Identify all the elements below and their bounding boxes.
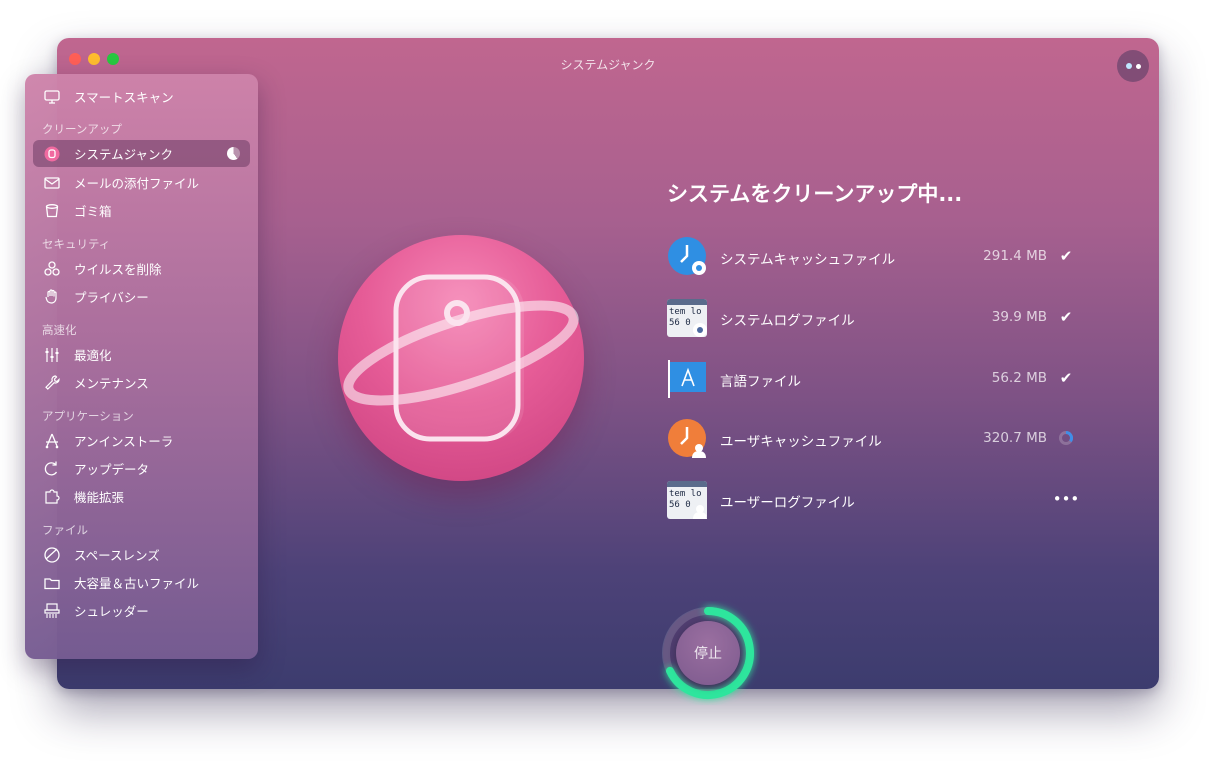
space-lens-icon bbox=[42, 546, 62, 564]
system-junk-icon bbox=[42, 145, 62, 163]
user-cache-icon bbox=[667, 418, 709, 460]
sidebar-item-label: ウイルスを削除 bbox=[74, 262, 162, 277]
sidebar-item-optimization[interactable]: 最適化 bbox=[33, 341, 250, 368]
system-junk-hero-icon bbox=[338, 235, 584, 481]
section-header-speed: 高速化 bbox=[42, 323, 77, 337]
sidebar-item-label: シュレッダー bbox=[74, 604, 149, 619]
file-size: 291.4 MB bbox=[983, 248, 1047, 264]
section-header-applications: アプリケーション bbox=[42, 409, 134, 423]
hand-icon bbox=[42, 288, 62, 306]
sidebar-item-extensions[interactable]: 機能拡張 bbox=[33, 483, 250, 510]
biohazard-icon bbox=[42, 260, 62, 278]
assistant-dot-icon bbox=[1135, 63, 1141, 69]
progress-pie-icon bbox=[227, 147, 240, 160]
sidebar-item-label: アップデータ bbox=[74, 462, 150, 477]
file-row-user-cache: ユーザキャッシュファイル 320.7 MB bbox=[667, 418, 1087, 462]
folder-icon bbox=[42, 574, 62, 592]
sidebar-item-smart-scan[interactable]: スマートスキャン bbox=[33, 83, 250, 110]
stop-button[interactable]: 停止 bbox=[676, 621, 740, 685]
sidebar-item-label: 機能拡張 bbox=[74, 490, 125, 505]
puzzle-icon bbox=[42, 488, 62, 506]
file-row-system-log: tem lo 56 0 システムログファイル 39.9 MB ✔ bbox=[667, 297, 1087, 341]
system-cache-icon bbox=[667, 236, 709, 278]
file-size: 39.9 MB bbox=[991, 309, 1047, 325]
section-header-cleanup: クリーンアップ bbox=[42, 122, 122, 136]
sidebar-item-label: システムジャンク bbox=[74, 147, 174, 162]
sidebar-item-shredder[interactable]: シュレッダー bbox=[33, 597, 250, 624]
window-title: システムジャンク bbox=[560, 58, 656, 72]
trash-icon bbox=[42, 202, 62, 220]
file-name: システムキャッシュファイル bbox=[720, 252, 896, 268]
sidebar: スマートスキャン クリーンアップ システムジャンク メールの添付ファイル ゴミ箱… bbox=[25, 74, 258, 659]
checkmark-icon: ✔ bbox=[1059, 247, 1073, 265]
cleanup-heading: システムをクリーンアップ中... bbox=[667, 182, 963, 206]
file-row-user-log: tem lo 56 0 ユーザーログファイル ••• bbox=[667, 479, 1087, 523]
sidebar-item-large-old-files[interactable]: 大容量＆古いファイル bbox=[33, 569, 250, 596]
file-row-language: 言語ファイル 56.2 MB ✔ bbox=[667, 358, 1087, 402]
sidebar-item-space-lens[interactable]: スペースレンズ bbox=[33, 541, 250, 568]
sidebar-item-label: 最適化 bbox=[74, 348, 112, 363]
system-log-icon: tem lo 56 0 bbox=[667, 297, 709, 339]
uninstaller-icon bbox=[42, 432, 62, 450]
sidebar-item-label: ゴミ箱 bbox=[74, 204, 112, 219]
file-name: ユーザキャッシュファイル bbox=[720, 434, 882, 450]
user-log-icon: tem lo 56 0 bbox=[667, 479, 709, 521]
checkmark-icon: ✔ bbox=[1059, 369, 1073, 387]
progress-spinner-icon bbox=[1053, 428, 1079, 448]
assistant-button[interactable] bbox=[1117, 50, 1149, 82]
sidebar-item-label: 大容量＆古いファイル bbox=[74, 576, 200, 591]
mail-icon bbox=[42, 174, 62, 192]
sidebar-item-privacy[interactable]: プライバシー bbox=[33, 283, 250, 310]
sidebar-item-label: メンテナンス bbox=[74, 376, 149, 391]
file-size: 320.7 MB bbox=[983, 430, 1047, 446]
assistant-dot-icon bbox=[1125, 63, 1132, 69]
section-header-security: セキュリティ bbox=[42, 237, 111, 251]
sidebar-item-maintenance[interactable]: メンテナンス bbox=[33, 369, 250, 396]
stop-progress-ring: 停止 bbox=[656, 601, 760, 705]
sidebar-item-remove-virus[interactable]: ウイルスを削除 bbox=[33, 255, 250, 282]
sidebar-item-system-junk[interactable]: システムジャンク bbox=[33, 140, 250, 167]
file-name: 言語ファイル bbox=[720, 374, 801, 390]
sidebar-item-label: スマートスキャン bbox=[74, 90, 174, 105]
file-name: システムログファイル bbox=[720, 313, 855, 329]
sliders-icon bbox=[42, 346, 62, 364]
sidebar-item-label: スペースレンズ bbox=[74, 548, 160, 563]
sidebar-item-label: メールの添付ファイル bbox=[74, 176, 200, 191]
sidebar-item-label: アンインストーラ bbox=[74, 434, 174, 449]
sidebar-item-mail-attachments[interactable]: メールの添付ファイル bbox=[33, 169, 250, 196]
checkmark-icon: ✔ bbox=[1059, 308, 1073, 326]
language-files-icon bbox=[667, 358, 709, 400]
file-name: ユーザーログファイル bbox=[720, 495, 855, 511]
shredder-icon bbox=[42, 602, 62, 620]
sidebar-item-updater[interactable]: アップデータ bbox=[33, 455, 250, 482]
file-size: 56.2 MB bbox=[991, 370, 1047, 386]
updater-icon bbox=[42, 460, 62, 478]
sidebar-item-label: プライバシー bbox=[74, 290, 149, 305]
file-row-system-cache: システムキャッシュファイル 291.4 MB ✔ bbox=[667, 236, 1087, 280]
sidebar-item-uninstaller[interactable]: アンインストーラ bbox=[33, 427, 250, 454]
sidebar-item-trash[interactable]: ゴミ箱 bbox=[33, 197, 250, 224]
section-header-files: ファイル bbox=[42, 523, 88, 537]
wrench-icon bbox=[42, 374, 62, 392]
smart-scan-icon bbox=[42, 88, 62, 106]
pending-dots-icon: ••• bbox=[1052, 490, 1080, 508]
